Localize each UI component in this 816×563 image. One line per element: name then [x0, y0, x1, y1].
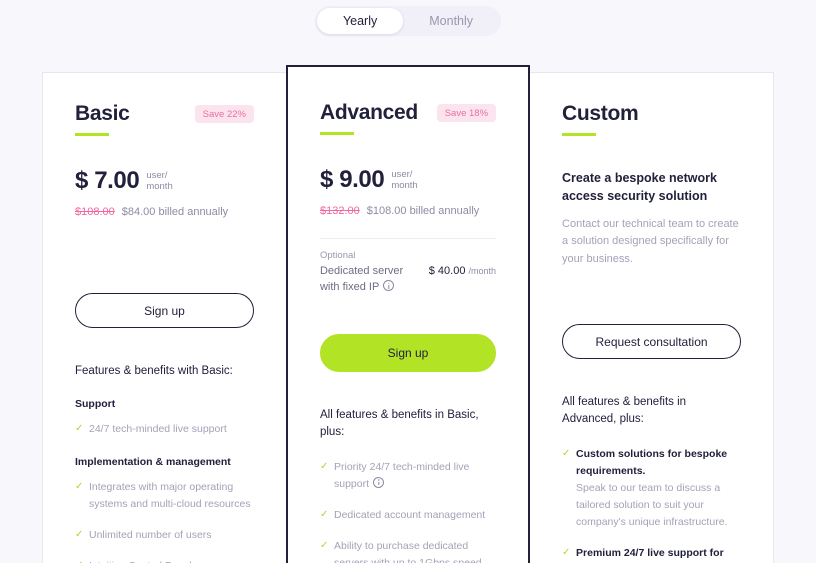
feature-item: ✓ Custom solutions for bespoke requireme…: [562, 446, 741, 531]
plan-title-basic: Basic: [75, 102, 130, 125]
feature-text: Dedicated account management: [333, 508, 486, 521]
plan-header-advanced: Advanced Save 18%: [319, 101, 497, 124]
feature-text: Custom solutions for bespoke requirement…: [576, 447, 728, 477]
check-icon: ✓: [75, 558, 89, 563]
feature-item: ✓ Intuitive Control Panel: [75, 558, 254, 563]
pricing-card-advanced: Advanced Save 18% $ 9.00 user/ month $13…: [285, 65, 531, 563]
custom-description-text: Contact our technical team to create a s…: [562, 218, 739, 265]
price-unit-basic: user/ month: [146, 170, 172, 194]
check-icon: ✓: [75, 481, 84, 492]
features-advanced: All features & benefits in Basic, plus: …: [320, 407, 496, 563]
plan-header-basic: Basic Save 22%: [75, 103, 254, 124]
old-price-basic: $108.00: [75, 206, 115, 219]
signup-button-advanced[interactable]: Sign up: [319, 334, 497, 373]
price-unit-advanced: user/ month: [391, 169, 417, 193]
price-unit-line1-advanced: user/: [391, 168, 413, 180]
optional-price-wrap: $ 40.00 /month: [429, 264, 496, 277]
feature-subtext: Speak to our team to discuss a tailored …: [576, 481, 728, 528]
accent-underline-advanced: [319, 132, 354, 135]
price-note-basic: $108.00 $84.00 billed annually: [75, 206, 254, 218]
billed-note-basic: $84.00 billed annually: [121, 206, 229, 219]
optional-name-wrap: Dedicated server with fixed IP: [320, 264, 421, 296]
check-icon: ✓: [562, 547, 571, 559]
old-price-advanced: $132.00: [319, 205, 360, 218]
feature-item: ✓ Unlimited number of users: [75, 527, 254, 544]
check-icon: ✓: [75, 423, 84, 434]
feature-item: ✓ Ability to purchase dedicated servers …: [320, 538, 496, 563]
features-title-basic: Features & benefits with Basic:: [75, 365, 233, 378]
cta-slot-basic: Sign up: [75, 293, 254, 329]
feature-text: Ability to purchase dedicated servers wi…: [333, 539, 482, 563]
plan-title-custom: Custom: [562, 102, 639, 125]
optional-addon-advanced: Optional Dedicated server with fixed IP …: [320, 250, 496, 296]
save-badge-advanced: Save 18%: [436, 104, 497, 122]
toggle-option-yearly[interactable]: Yearly: [316, 8, 404, 34]
cta-slot-custom: Request consultation: [562, 324, 742, 360]
features-basic: Features & benefits with Basic: Support …: [75, 363, 254, 563]
pricing-card-custom: Custom Create a bespoke network access s…: [530, 72, 775, 563]
feature-item: ✓ Integrates with major operating system…: [75, 479, 254, 513]
check-icon: ✓: [562, 448, 571, 460]
feature-text-wrap: Ability to purchase dedicated servers wi…: [334, 538, 496, 563]
feature-group-title-support: Support: [75, 397, 116, 410]
accent-underline-custom: [562, 133, 597, 136]
feature-text: 24/7 tech-minded live support: [89, 422, 227, 435]
feature-item: ✓ 24/7 tech-minded live support: [75, 421, 254, 438]
price-unit-line1-basic: user/: [146, 169, 168, 181]
price-unit-line2-advanced: month: [391, 180, 418, 192]
price-row-advanced: $ 9.00 user/ month: [319, 165, 496, 193]
optional-body: Dedicated server with fixed IP $ 40.00 /…: [320, 264, 496, 296]
toggle-option-monthly[interactable]: Monthly: [403, 8, 499, 34]
optional-divider: [319, 238, 497, 240]
feature-text: Unlimited number of users: [89, 528, 212, 541]
feature-text: Integrates with major operating systems …: [89, 480, 251, 510]
check-icon: ✓: [75, 529, 84, 540]
billing-period-toggle-container: Yearly Monthly: [0, 6, 816, 36]
price-amount-advanced: $ 9.00: [319, 165, 385, 193]
signup-button-basic[interactable]: Sign up: [75, 293, 254, 329]
feature-item: ✓ Dedicated account management: [320, 507, 496, 524]
optional-label: Optional: [319, 250, 356, 262]
feature-text: Priority 24/7 tech-minded live support: [333, 460, 470, 490]
plan-header-custom: Custom: [562, 103, 741, 124]
feature-text: Intuitive Control Panel: [89, 558, 192, 563]
billing-period-toggle[interactable]: Yearly Monthly: [314, 6, 502, 36]
features-custom: All features & benefits in Advanced, plu…: [562, 394, 741, 563]
info-icon[interactable]: [373, 476, 385, 488]
accent-underline-basic: [75, 133, 109, 136]
optional-price-period: /month: [468, 266, 497, 277]
price-unit-line2-basic: month: [146, 181, 173, 193]
feature-text: Premium 24/7 live support for custom tec…: [576, 546, 724, 559]
request-consultation-button[interactable]: Request consultation: [562, 324, 742, 360]
feature-text-wrap: Priority 24/7 tech-minded live support: [334, 459, 496, 493]
pricing-card-basic: Basic Save 22% $ 7.00 user/ month $108.0…: [42, 72, 286, 563]
check-icon: ✓: [319, 540, 329, 552]
pricing-cards-row: Basic Save 22% $ 7.00 user/ month $108.0…: [42, 65, 775, 563]
cta-slot-advanced: Sign up: [319, 334, 497, 373]
feature-group-title-implementation: Implementation & management: [75, 455, 231, 468]
save-badge-basic: Save 22%: [194, 105, 254, 123]
check-icon: ✓: [319, 509, 329, 521]
price-row-basic: $ 7.00 user/ month: [75, 166, 254, 194]
info-icon[interactable]: [383, 280, 395, 292]
check-icon: ✓: [319, 461, 329, 473]
optional-price: $ 40.00: [428, 265, 466, 278]
price-note-advanced: $132.00 $108.00 billed annually: [320, 205, 496, 217]
billed-note-advanced: $108.00 billed annually: [366, 205, 480, 218]
price-amount-basic: $ 7.00: [75, 166, 140, 194]
feature-text-wrap: Custom solutions for bespoke requirement…: [576, 446, 741, 531]
features-title-custom: All features & benefits in Advanced, plu…: [562, 396, 687, 426]
feature-item: ✓ Premium 24/7 live support for custom t…: [562, 545, 741, 563]
feature-item: ✓ Priority 24/7 tech-minded live support: [320, 459, 496, 493]
custom-description-title: Create a bespoke network access security…: [562, 170, 717, 204]
features-title-advanced: All features & benefits in Basic, plus:: [319, 409, 479, 439]
plan-title-advanced: Advanced: [319, 101, 418, 124]
